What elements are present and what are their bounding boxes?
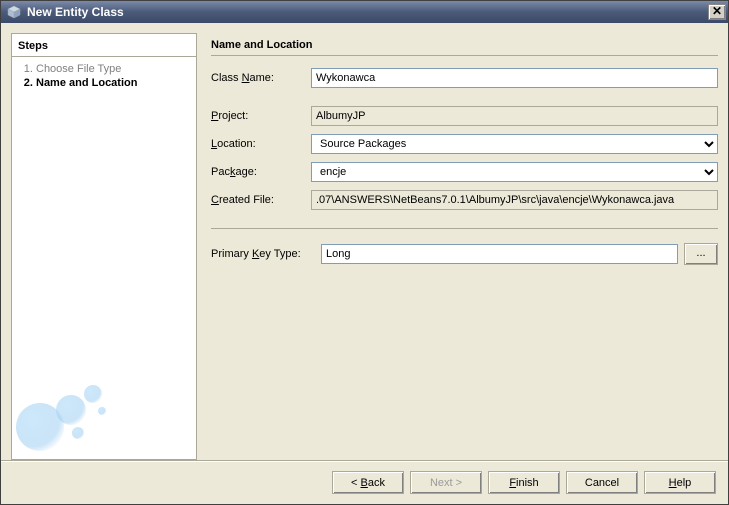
back-button[interactable]: < Back <box>332 471 404 494</box>
cancel-button[interactable]: Cancel <box>566 471 638 494</box>
form-heading: Name and Location <box>211 33 718 56</box>
new-entity-class-dialog: New Entity Class ✕ Steps Choose File Typ… <box>0 0 729 505</box>
separator <box>211 228 718 229</box>
next-button: Next > <box>410 471 482 494</box>
pk-type-label: Primary Key Type: <box>211 248 321 260</box>
close-button[interactable]: ✕ <box>708 4 726 20</box>
pk-type-browse-button[interactable]: ... <box>684 243 718 265</box>
help-button[interactable]: Help <box>644 471 716 494</box>
location-select[interactable]: Source Packages <box>311 134 718 154</box>
window-title: New Entity Class <box>27 5 124 19</box>
location-label: Location: <box>211 138 311 150</box>
finish-button[interactable]: Finish <box>488 471 560 494</box>
form-panel: Name and Location Class Name: Project: A… <box>197 33 718 460</box>
package-label: Package: <box>211 166 311 178</box>
steps-panel: Steps Choose File Type Name and Location <box>11 33 197 460</box>
class-name-label: Class Name: <box>211 72 311 84</box>
pk-type-input[interactable] <box>321 244 678 264</box>
step-2: Name and Location <box>36 77 190 89</box>
titlebar: New Entity Class ✕ <box>1 1 728 23</box>
dialog-body: Steps Choose File Type Name and Location <box>1 23 728 504</box>
project-label: Project: <box>211 110 311 122</box>
steps-heading: Steps <box>12 34 196 57</box>
created-file-label: Created File: <box>211 194 311 206</box>
project-field: AlbumyJP <box>311 106 718 126</box>
class-name-input[interactable] <box>311 68 718 88</box>
app-icon <box>7 5 21 19</box>
decorative-bubbles <box>12 379 197 459</box>
package-select[interactable]: encje <box>311 162 718 182</box>
button-bar: < Back Next > Finish Cancel Help <box>1 460 728 504</box>
step-1: Choose File Type <box>36 63 190 75</box>
created-file-field: .07\ANSWERS\NetBeans7.0.1\AlbumyJP\src\j… <box>311 190 718 210</box>
